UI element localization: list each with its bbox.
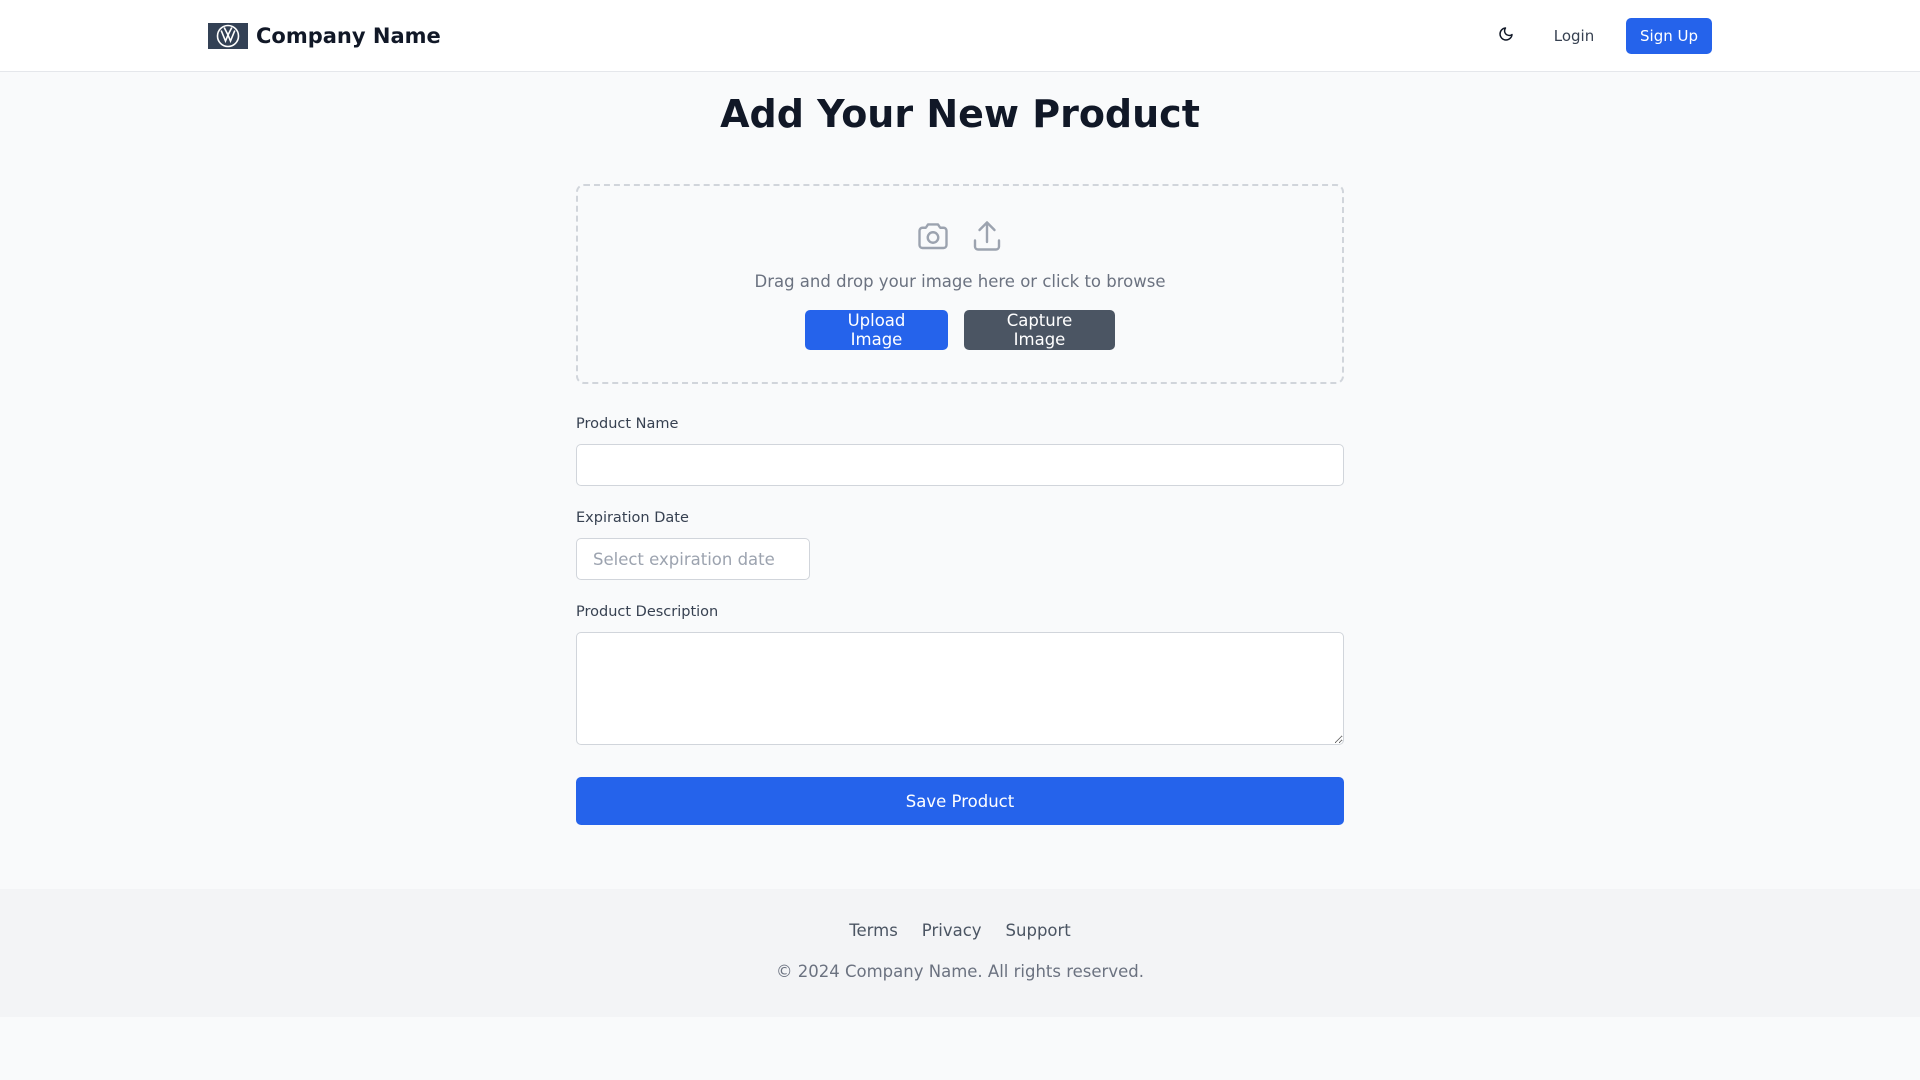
brand[interactable]: Company Name: [208, 22, 441, 50]
expiration-date-label: Expiration Date: [576, 510, 689, 526]
product-name-label: Product Name: [576, 416, 679, 432]
copyright-text: © 2024 Company Name. All rights reserved…: [776, 962, 1144, 981]
capture-image-button[interactable]: Capture Image: [964, 310, 1115, 350]
footer: Terms Privacy Support © 2024 Company Nam…: [0, 889, 1920, 1017]
image-dropzone[interactable]: Drag and drop your image here or click t…: [576, 184, 1344, 384]
product-description-textarea[interactable]: [576, 632, 1344, 745]
save-product-button[interactable]: Save Product: [576, 777, 1344, 825]
top-nav: Company Name Login Sign Up: [0, 0, 1920, 72]
login-button[interactable]: Login: [1540, 18, 1608, 54]
footer-links: Terms Privacy Support: [0, 921, 1920, 940]
upload-icon: [969, 218, 1005, 254]
expiration-date-input[interactable]: [576, 538, 810, 580]
footer-link-support[interactable]: Support: [1006, 921, 1071, 940]
product-description-label: Product Description: [576, 604, 719, 620]
dropzone-actions: Upload Image Capture Image: [578, 310, 1342, 350]
upload-image-button[interactable]: Upload Image: [805, 310, 948, 350]
dropzone-hint: Drag and drop your image here or click t…: [754, 272, 1166, 291]
volkswagen-logo-icon: [208, 23, 248, 49]
camera-icon: [915, 218, 951, 254]
theme-toggle-button[interactable]: [1492, 22, 1520, 50]
footer-link-privacy[interactable]: Privacy: [922, 921, 982, 940]
dropzone-icons: [578, 218, 1342, 254]
signup-button[interactable]: Sign Up: [1626, 18, 1712, 54]
footer-link-terms[interactable]: Terms: [849, 921, 898, 940]
brand-name: Company Name: [256, 24, 441, 48]
moon-icon: [1498, 26, 1514, 46]
product-name-input[interactable]: [576, 444, 1344, 486]
page-title: Add Your New Product: [720, 92, 1200, 136]
